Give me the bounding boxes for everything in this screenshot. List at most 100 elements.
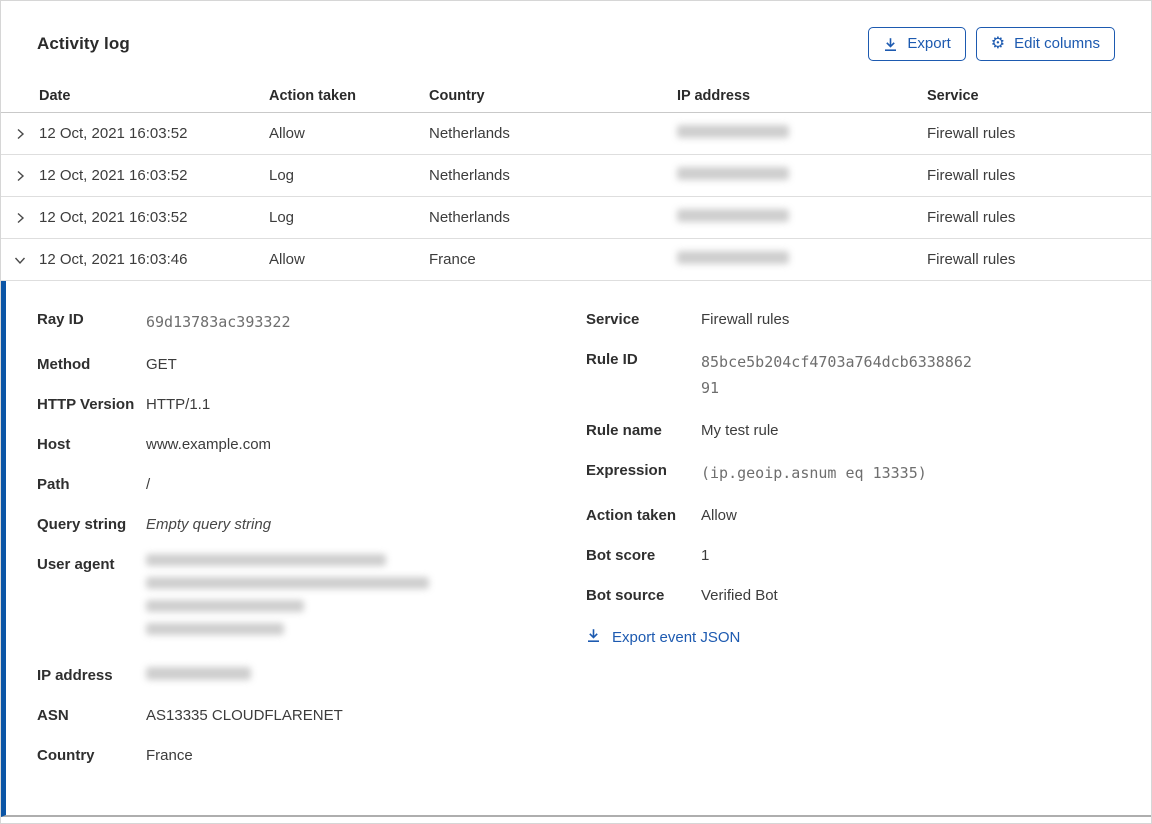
detail-row-action-taken: Action taken Allow (586, 505, 1115, 526)
detail-label: Ray ID (37, 311, 84, 328)
detail-row-expression: Expression (ip.geoip.asnum eq 13335) (586, 460, 1115, 486)
cell-country: Netherlands (429, 167, 510, 184)
cell-country: France (429, 251, 476, 268)
detail-label: ASN (37, 707, 69, 724)
detail-value: www.example.com (146, 436, 272, 453)
cell-date: 12 Oct, 2021 16:03:46 (39, 251, 188, 268)
detail-row-path: Path / (37, 474, 467, 495)
detail-label: Bot score (586, 547, 656, 564)
redacted-line (146, 577, 429, 589)
download-icon (586, 628, 601, 647)
cell-action-taken: Log (269, 167, 295, 184)
toolbar: Export ⚙ Edit columns (868, 27, 1115, 61)
column-header-country: Country (429, 87, 485, 104)
column-header-ip-address: IP address (677, 87, 751, 104)
row-expand-chevron[interactable] (1, 168, 39, 184)
detail-label: Bot source (586, 587, 665, 604)
cell-service: Firewall rules (927, 209, 1016, 226)
cell-action-taken: Allow (269, 125, 305, 142)
detail-label: HTTP Version (37, 396, 135, 413)
detail-row-bot-source: Bot source Verified Bot (586, 585, 1115, 606)
redacted-ip-value (677, 251, 789, 264)
titlebar: Activity log Export ⚙ Edit columns (1, 1, 1151, 79)
row-expand-chevron[interactable] (1, 210, 39, 226)
export-button[interactable]: Export (868, 27, 966, 61)
detail-row-method: Method GET (37, 354, 467, 375)
cell-service: Firewall rules (927, 251, 1016, 268)
detail-value: AS13335 CLOUDFLARENET (146, 707, 343, 724)
export-event-json-label: Export event JSON (612, 629, 741, 646)
detail-label: Path (37, 476, 70, 493)
detail-value: 85bce5b204cf4703a764dcb633886291 (701, 353, 972, 397)
event-details-right-column: Service Firewall rules Rule ID 85bce5b20… (586, 309, 1115, 785)
detail-label: Action taken (586, 507, 677, 524)
detail-value: Empty query string (146, 516, 272, 533)
cell-date: 12 Oct, 2021 16:03:52 (39, 167, 188, 184)
detail-value: 69d13783ac393322 (146, 313, 291, 331)
cell-ip-address (677, 125, 927, 142)
detail-label: Host (37, 436, 71, 453)
detail-label: User agent (37, 556, 115, 573)
redacted-user-agent (146, 554, 429, 646)
export-button-label: Export (907, 35, 951, 52)
table-row[interactable]: 12 Oct, 2021 16:03:52 Log Netherlands Fi… (1, 197, 1151, 239)
column-header-service: Service (927, 87, 979, 104)
column-header-action-taken: Action taken (269, 87, 357, 104)
detail-value: 1 (701, 547, 710, 564)
cell-country: Netherlands (429, 125, 510, 142)
detail-value: HTTP/1.1 (146, 396, 211, 413)
redacted-line (146, 554, 386, 566)
cell-service: Firewall rules (927, 125, 1016, 142)
edit-columns-button-label: Edit columns (1014, 35, 1100, 52)
download-icon (883, 37, 898, 52)
detail-row-service: Service Firewall rules (586, 309, 1115, 330)
detail-value: Allow (701, 507, 737, 524)
detail-row-country: Country France (37, 745, 467, 766)
gear-icon: ⚙ (990, 35, 1006, 52)
detail-value: / (146, 476, 151, 493)
row-collapse-chevron[interactable] (1, 252, 39, 268)
detail-row-query-string: Query string Empty query string (37, 514, 467, 535)
cell-ip-address (677, 209, 927, 226)
edit-columns-button[interactable]: ⚙ Edit columns (975, 27, 1115, 61)
redacted-ip-value (146, 665, 251, 686)
activity-log-panel: Activity log Export ⚙ Edit columns Date … (0, 0, 1152, 824)
detail-row-asn: ASN AS13335 CLOUDFLARENET (37, 705, 467, 726)
expanded-event-details: Ray ID 69d13783ac393322 Method GET HTTP … (1, 281, 1151, 817)
table-row-expanded[interactable]: 12 Oct, 2021 16:03:46 Allow France Firew… (1, 239, 1151, 281)
cell-action-taken: Log (269, 209, 295, 226)
cell-service: Firewall rules (927, 167, 1016, 184)
table-row[interactable]: 12 Oct, 2021 16:03:52 Log Netherlands Fi… (1, 155, 1151, 197)
detail-row-rule-id: Rule ID 85bce5b204cf4703a764dcb633886291 (586, 349, 1115, 401)
detail-label: Expression (586, 462, 667, 479)
redacted-line (146, 600, 304, 612)
cell-date: 12 Oct, 2021 16:03:52 (39, 209, 188, 226)
detail-label: Rule ID (586, 351, 638, 368)
page-title: Activity log (37, 34, 130, 53)
cell-action-taken: Allow (269, 251, 305, 268)
detail-label: Method (37, 356, 91, 373)
table-row[interactable]: 12 Oct, 2021 16:03:52 Allow Netherlands … (1, 113, 1151, 155)
detail-row-rule-name: Rule name My test rule (586, 420, 1115, 441)
cell-ip-address (677, 251, 927, 268)
cell-date: 12 Oct, 2021 16:03:52 (39, 125, 188, 142)
table-header-row: Date Action taken Country IP address Ser… (1, 79, 1151, 113)
detail-label: Rule name (586, 422, 662, 439)
redacted-ip-value (677, 125, 789, 138)
detail-value: Firewall rules (701, 311, 790, 328)
column-header-date: Date (39, 87, 71, 104)
event-details-left-column: Ray ID 69d13783ac393322 Method GET HTTP … (37, 309, 467, 785)
detail-value: GET (146, 356, 177, 373)
detail-value: My test rule (701, 422, 779, 439)
detail-label: Country (37, 747, 95, 764)
redacted-line (146, 623, 284, 635)
detail-row-http-version: HTTP Version HTTP/1.1 (37, 394, 467, 415)
detail-label: Service (586, 311, 640, 328)
redacted-ip-value (677, 209, 789, 222)
detail-row-host: Host www.example.com (37, 434, 467, 455)
cell-country: Netherlands (429, 209, 510, 226)
row-expand-chevron[interactable] (1, 126, 39, 142)
detail-row-bot-score: Bot score 1 (586, 545, 1115, 566)
export-event-json-link[interactable]: Export event JSON (586, 628, 740, 647)
detail-value: Verified Bot (701, 587, 778, 604)
